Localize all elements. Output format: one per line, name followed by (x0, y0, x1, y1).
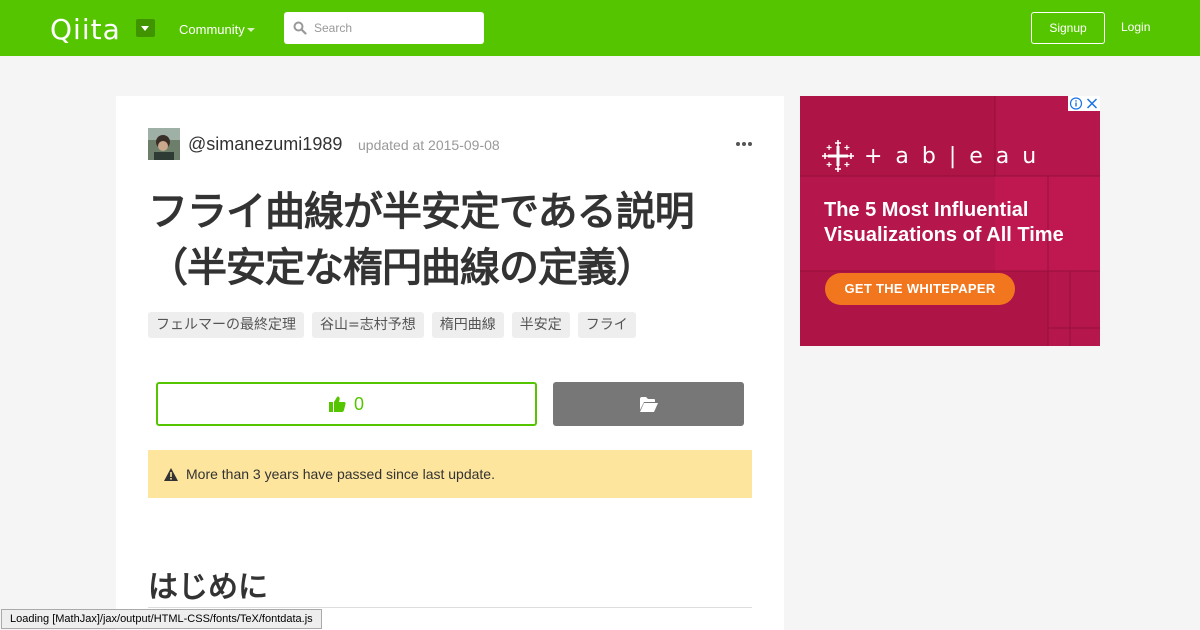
warning-icon (164, 467, 178, 481)
tag[interactable]: 谷山=志村予想 (312, 312, 424, 338)
ad-logo-text: + a b | e a u (864, 143, 1040, 169)
chevron-down-icon[interactable] (247, 28, 255, 32)
tag-list: フェルマーの最終定理 谷山=志村予想 楕円曲線 半安定 フライ (148, 312, 636, 338)
ad-info-icon[interactable] (1068, 96, 1084, 111)
qiita-logo[interactable]: Qiita (50, 13, 121, 46)
status-bar: Loading [MathJax]/jax/output/HTML-CSS/fo… (1, 609, 322, 629)
search-input[interactable] (314, 12, 479, 44)
stock-button[interactable] (553, 382, 744, 426)
ad-cta-button[interactable]: GET THE WHITEPAPER (825, 273, 1015, 305)
advertisement[interactable]: + a b | e a u The 5 Most Influential Vis… (800, 96, 1100, 346)
signup-button[interactable]: Signup (1031, 12, 1105, 44)
login-link[interactable]: Login (1121, 20, 1150, 34)
section-heading: はじめに (148, 570, 268, 605)
outdated-alert: More than 3 years have passed since last… (148, 450, 752, 498)
heading-divider (148, 607, 752, 608)
tag[interactable]: 半安定 (511, 312, 570, 338)
tag[interactable]: フライ (577, 312, 636, 338)
community-menu[interactable]: Community (179, 22, 245, 37)
tag[interactable]: 楕円曲線 (431, 312, 504, 338)
tag[interactable]: フェルマーの最終定理 (148, 312, 304, 338)
ad-headline: The 5 Most Influential Visualizations of… (824, 199, 1064, 246)
ad-close-icon[interactable] (1084, 96, 1100, 111)
global-header: Qiita Community Signup Login (0, 0, 1200, 56)
article-card: @simanezumi1989 updated at 2015-09-08 フラ… (116, 96, 784, 630)
author-name[interactable]: @simanezumi1989 (188, 134, 342, 155)
search-box[interactable] (284, 12, 484, 44)
updated-date: updated at 2015-09-08 (358, 137, 500, 153)
tableau-cross-icon (822, 140, 854, 172)
folder-open-icon (639, 396, 658, 412)
thumbs-up-icon (328, 396, 346, 412)
more-options-icon[interactable] (736, 142, 752, 146)
service-menu-dropdown[interactable] (136, 19, 155, 37)
alert-text: More than 3 years have passed since last… (186, 466, 495, 482)
search-icon (293, 21, 307, 35)
tableau-logo: + a b | e a u (822, 140, 1039, 172)
like-button[interactable]: 0 (156, 382, 537, 426)
avatar[interactable] (148, 128, 180, 160)
article-title: フライ曲線が半安定である説明（半安定な楕円曲線の定義） (148, 189, 695, 291)
like-count: 0 (353, 393, 364, 414)
